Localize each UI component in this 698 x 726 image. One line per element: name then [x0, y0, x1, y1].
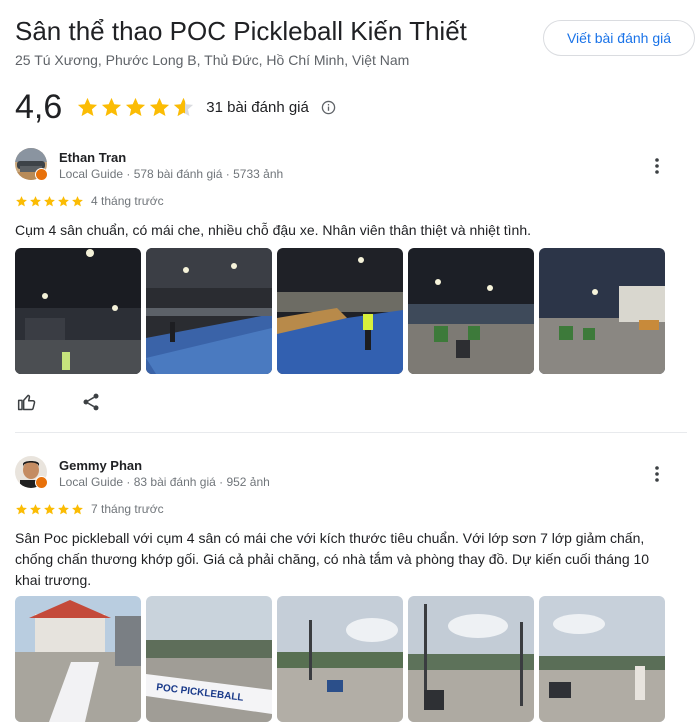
more-vert-icon — [655, 466, 659, 482]
review-text: Cụm 4 sân chuẩn, có mái che, nhiều chỗ đ… — [15, 222, 531, 238]
review-photo[interactable] — [408, 596, 534, 722]
star-icon — [58, 195, 69, 206]
rating-summary: 4,6 31 bài đánh giá — [15, 86, 336, 128]
review-photo[interactable]: POC PICKLEBALL — [146, 596, 272, 722]
review-actions — [15, 390, 143, 414]
review-photo[interactable] — [146, 248, 272, 374]
review-photo[interactable] — [15, 248, 141, 374]
review-count[interactable]: 31 bài đánh giá — [206, 99, 309, 116]
review-photos — [15, 248, 665, 374]
thumb-up-icon — [17, 394, 36, 411]
star-icon — [44, 195, 55, 206]
write-review-button[interactable]: Viết bài đánh giá — [543, 20, 695, 56]
review-photo[interactable] — [539, 248, 665, 374]
review-photo[interactable] — [408, 248, 534, 374]
rating-value: 4,6 — [15, 88, 63, 126]
more-options-button[interactable] — [645, 462, 669, 486]
review-photo[interactable] — [277, 248, 403, 374]
star-icon — [16, 195, 27, 206]
review-divider — [15, 432, 687, 433]
info-icon[interactable] — [321, 100, 336, 115]
review-photos: POC PICKLEBALL — [15, 596, 665, 722]
place-title: Sân thể thao POC Pickleball Kiến Thiết — [15, 16, 467, 46]
star-icon — [30, 195, 41, 206]
half-star-icon — [174, 97, 194, 116]
star-icon — [102, 97, 122, 116]
place-header: Sân thể thao POC Pickleball Kiến Thiết 2… — [15, 14, 535, 70]
reviewer-meta: Local Guide · 578 bài đánh giá · 5733 ản… — [59, 167, 284, 181]
reviewer-name[interactable]: Gemmy Phan — [59, 458, 142, 473]
review-date: 4 tháng trước — [91, 194, 164, 208]
share-icon — [83, 393, 99, 411]
rating-stars — [76, 96, 196, 119]
share-button[interactable] — [79, 390, 103, 414]
like-button[interactable] — [15, 390, 39, 414]
local-guide-badge — [35, 168, 48, 181]
review-stars: 7 tháng trước — [15, 502, 164, 516]
star-icon — [16, 503, 27, 514]
place-address: 25 Tú Xương, Phước Long B, Thủ Đức, Hồ C… — [15, 52, 410, 68]
review-photo[interactable] — [277, 596, 403, 722]
local-guide-badge — [35, 476, 48, 489]
reviewer-name[interactable]: Ethan Tran — [59, 150, 126, 165]
star-icon — [44, 503, 55, 514]
star-icon — [30, 503, 41, 514]
star-icon — [72, 503, 83, 514]
star-icon — [126, 97, 146, 116]
review-photo[interactable] — [15, 596, 141, 722]
star-icon — [58, 503, 69, 514]
reviewer-meta: Local Guide · 83 bài đánh giá · 952 ảnh — [59, 475, 270, 489]
star-icon — [78, 97, 98, 116]
more-vert-icon — [655, 158, 659, 174]
more-options-button[interactable] — [645, 154, 669, 178]
review-text: Sân Poc pickleball với cụm 4 sân có mái … — [15, 530, 650, 588]
star-icon — [72, 195, 83, 206]
review-photo[interactable] — [539, 596, 665, 722]
star-icon — [150, 97, 170, 116]
review-stars: 4 tháng trước — [15, 194, 164, 208]
review-date: 7 tháng trước — [91, 502, 164, 516]
